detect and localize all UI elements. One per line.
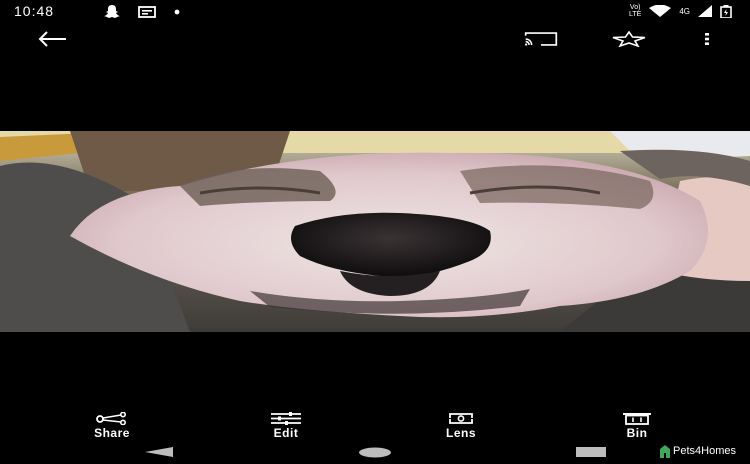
share-label: Share [94,426,130,440]
bottom-action-bar: Share Edit Lens Bin [0,412,750,442]
bin-label: Bin [626,426,648,440]
battery-icon [720,4,732,18]
system-nav-bar [0,444,750,464]
cast-button[interactable] [524,24,558,54]
network-type: 4G [679,6,690,16]
nav-back-icon[interactable] [145,447,173,457]
status-bar: 10:48 Vo) LTE 4G [0,0,750,22]
edit-button[interactable]: Edit [241,412,331,440]
dot-icon [174,9,180,14]
snapchat-icon [104,5,120,18]
status-left-icons [104,5,180,18]
edit-label: Edit [273,426,299,440]
watermark-text: Pets4Homes [673,445,736,457]
share-icon [96,412,126,425]
back-button[interactable] [35,24,69,54]
star-icon [612,31,646,47]
top-app-bar [0,22,750,56]
wifi-icon [649,5,672,17]
lens-label: Lens [445,426,476,440]
tune-icon [271,412,301,425]
nav-recents-icon[interactable] [576,447,606,457]
photo-viewer[interactable] [0,131,750,332]
bin-button[interactable]: Bin [592,412,682,440]
lens-icon [449,413,473,424]
signal-bars-icon [698,5,712,17]
back-arrow-icon [38,31,66,47]
nav-home-icon[interactable] [358,447,392,458]
share-button[interactable]: Share [67,412,157,440]
status-time: 10:48 [14,3,55,19]
favorite-button[interactable] [612,24,646,54]
lens-button[interactable]: Lens [416,412,506,440]
status-right-icons: Vo) LTE 4G [629,4,732,18]
cast-icon [524,32,558,46]
more-vert-icon [705,33,709,45]
pets4homes-logo-icon [660,445,671,458]
watermark: Pets4Homes [659,444,736,458]
volte-indicator: Vo) LTE [629,4,642,18]
dog-photo [0,131,750,332]
image-notification-icon [138,5,156,18]
trash-icon [623,413,651,425]
more-options-button[interactable] [690,24,724,54]
